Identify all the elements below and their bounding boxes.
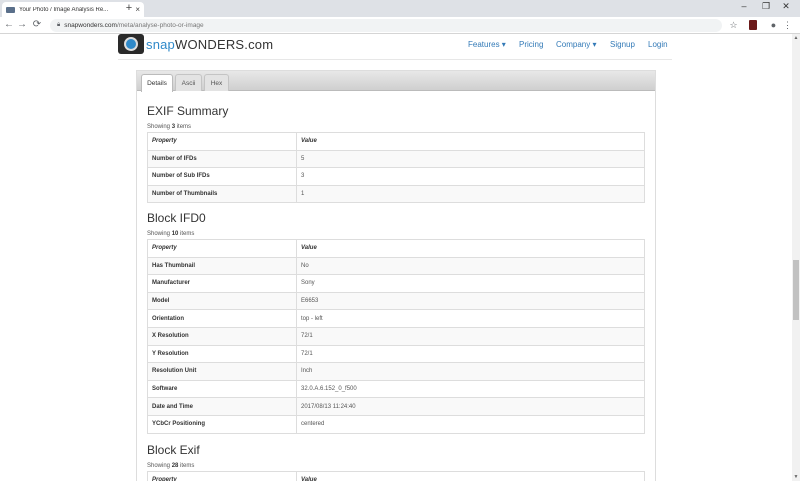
table-row: Orientation top - left <box>147 309 645 328</box>
value-cell: 72/1 <box>296 326 645 346</box>
value-cell: 5 <box>296 149 645 169</box>
nav-features[interactable]: Features ▾ <box>468 40 506 49</box>
brand-name: snapWONDERS.com <box>146 36 274 52</box>
profile-icon[interactable]: ● <box>768 20 779 30</box>
property-cell: Number of IFDs <box>147 149 297 169</box>
property-cell: Has Thumbnail <box>147 256 297 276</box>
table-header-row: Property Value <box>147 132 645 151</box>
table-row: YCbCr Positioning centered <box>147 414 645 434</box>
scroll-up-icon[interactable]: ▲ <box>792 35 800 41</box>
pdf-extension-icon[interactable] <box>749 20 757 30</box>
column-header-property: Property <box>147 239 297 258</box>
value-cell: 3 <box>296 167 645 186</box>
restore-icon[interactable]: ❐ <box>760 1 772 12</box>
scrollbar-thumb[interactable] <box>793 260 799 320</box>
property-cell: Orientation <box>147 309 297 328</box>
items-count: Showing 28 items <box>147 463 195 469</box>
column-header-value: Value <box>296 471 645 481</box>
header-divider <box>118 59 672 60</box>
property-cell: Date and Time <box>147 397 297 416</box>
property-cell: YCbCr Positioning <box>147 414 297 434</box>
column-header-value: Value <box>296 132 645 151</box>
value-cell: 2017/08/13 11:24:40 <box>296 397 645 416</box>
value-cell: top - left <box>296 309 645 328</box>
table-row: Number of Thumbnails 1 <box>147 184 645 204</box>
page-scrollbar[interactable] <box>792 34 800 481</box>
table-row: Has Thumbnail No <box>147 256 645 276</box>
column-header-value: Value <box>296 239 645 258</box>
analysis-panel: Details Ascii Hex EXIF Summary Showing 3… <box>136 70 656 481</box>
section-title-block-exif: Block Exif <box>147 443 200 457</box>
property-cell: Manufacturer <box>147 274 297 293</box>
table-row: Software 32.0.A.6.152_0_f500 <box>147 379 645 399</box>
close-tab-icon[interactable]: × <box>135 5 140 14</box>
minimize-icon[interactable]: – <box>738 1 750 11</box>
table-row: Y Resolution 72/1 <box>147 344 645 364</box>
site-logo[interactable]: snapWONDERS.com <box>118 34 273 54</box>
favicon-icon <box>6 6 15 13</box>
block-exif-table: Property Value <box>147 471 645 481</box>
bookmark-star-icon[interactable]: ☆ <box>728 20 739 31</box>
tab-details[interactable]: Details <box>141 74 173 92</box>
table-row: Number of Sub IFDs 3 <box>147 167 645 186</box>
property-cell: Software <box>147 379 297 399</box>
property-cell: Y Resolution <box>147 344 297 364</box>
table-row: Manufacturer Sony <box>147 274 645 293</box>
browser-tabstrip: Your Photo / Image Analysis Re... × + – … <box>0 0 800 17</box>
forward-arrow-icon[interactable]: → <box>16 19 28 30</box>
table-row: Model E6653 <box>147 291 645 311</box>
nav-pricing[interactable]: Pricing <box>519 40 543 49</box>
table-header-row: Property Value <box>147 239 645 258</box>
back-arrow-icon[interactable]: ← <box>3 19 15 30</box>
items-count: Showing 3 items <box>147 124 192 130</box>
browser-toolbar: ← → ⟳ 🔒︎ snapwonders.com/meta/analyse-ph… <box>0 17 800 34</box>
browser-tab-title: Your Photo / Image Analysis Re... <box>19 6 109 13</box>
column-header-property: Property <box>147 471 297 481</box>
section-title-block-ifd0: Block IFD0 <box>147 211 206 225</box>
value-cell: E6653 <box>296 291 645 311</box>
value-cell: No <box>296 256 645 276</box>
table-header-row: Property Value <box>147 471 645 481</box>
camera-logo-icon <box>118 34 144 54</box>
table-row: Resolution Unit Inch <box>147 362 645 381</box>
table-row: Date and Time 2017/08/13 11:24:40 <box>147 397 645 416</box>
new-tab-button[interactable]: + <box>123 2 135 14</box>
property-cell: Model <box>147 291 297 311</box>
section-title-exif-summary: EXIF Summary <box>147 104 229 118</box>
value-cell: 72/1 <box>296 344 645 364</box>
value-cell: Inch <box>296 362 645 381</box>
block-ifd0-table: Property Value Has Thumbnail No Manufactu… <box>147 239 645 434</box>
scroll-down-icon[interactable]: ▼ <box>792 474 800 480</box>
url-path: /meta/analyse-photo-or-image <box>116 22 204 29</box>
nav-login[interactable]: Login <box>648 40 668 49</box>
property-cell: X Resolution <box>147 326 297 346</box>
property-cell: Resolution Unit <box>147 362 297 381</box>
url-host: snapwonders.com <box>64 22 117 29</box>
window-close-icon[interactable]: ✕ <box>780 1 792 12</box>
tab-hex[interactable]: Hex <box>204 74 229 91</box>
address-bar[interactable]: 🔒︎ snapwonders.com/meta/analyse-photo-or… <box>50 19 722 32</box>
menu-kebab-icon[interactable]: ⋮ <box>782 20 793 31</box>
nav-company[interactable]: Company ▾ <box>556 40 596 49</box>
exif-summary-table: Property Value Number of IFDs 5 Number of… <box>147 132 645 204</box>
value-cell: 32.0.A.6.152_0_f500 <box>296 379 645 399</box>
reload-icon[interactable]: ⟳ <box>31 19 43 30</box>
value-cell: centered <box>296 414 645 434</box>
property-cell: Number of Sub IFDs <box>147 167 297 186</box>
panel-tabs: Details Ascii Hex <box>137 71 655 92</box>
items-count: Showing 10 items <box>147 231 195 237</box>
value-cell: 1 <box>296 184 645 204</box>
table-row: X Resolution 72/1 <box>147 326 645 346</box>
column-header-property: Property <box>147 132 297 151</box>
nav-signup[interactable]: Signup <box>610 40 635 49</box>
property-cell: Number of Thumbnails <box>147 184 297 204</box>
lock-icon: 🔒︎ <box>57 22 61 28</box>
tab-ascii[interactable]: Ascii <box>175 74 202 91</box>
value-cell: Sony <box>296 274 645 293</box>
table-row: Number of IFDs 5 <box>147 149 645 169</box>
